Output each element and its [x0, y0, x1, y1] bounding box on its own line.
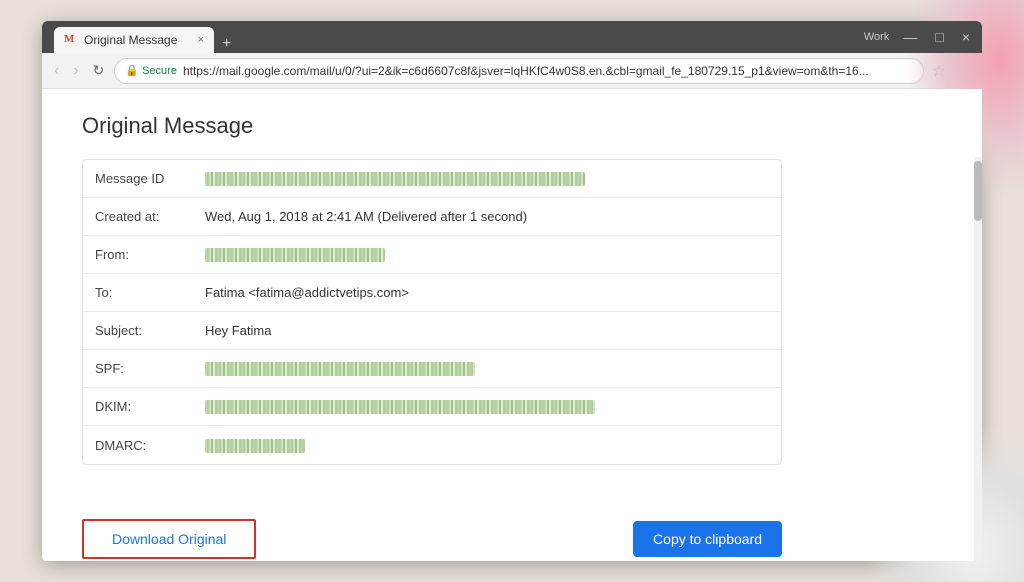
forward-button[interactable]: ›	[69, 60, 82, 82]
window-profile-label: Work	[864, 31, 889, 43]
page-content: Original Message Message ID Created at:We…	[42, 89, 982, 561]
field-value: Wed, Aug 1, 2018 at 2:41 AM (Delivered a…	[193, 201, 781, 232]
field-value	[193, 239, 781, 271]
field-label: To:	[83, 277, 193, 308]
field-value	[193, 429, 781, 461]
field-label: DMARC:	[83, 430, 193, 461]
field-value	[193, 163, 781, 195]
tab-area: M Original Message × +	[54, 21, 235, 53]
field-label: DKIM:	[83, 391, 193, 422]
url-bar[interactable]: 🔒 Secure https://mail.google.com/mail/u/…	[114, 58, 923, 84]
field-label: SPF:	[83, 353, 193, 384]
gmail-tab-icon: M	[64, 33, 78, 47]
secure-badge: 🔒 Secure	[125, 64, 177, 77]
download-original-button[interactable]: Download Original	[82, 519, 256, 559]
redacted-value	[205, 362, 475, 376]
browser-tab-original-message[interactable]: M Original Message ×	[54, 27, 214, 53]
redacted-value	[205, 172, 585, 186]
table-row: DKIM:	[83, 388, 781, 426]
page-title: Original Message	[82, 113, 802, 139]
table-row: Subject:Hey Fatima	[83, 312, 781, 350]
table-row: SPF:	[83, 350, 781, 388]
field-value: Fatima <fatima@addictvetips.com>	[193, 277, 781, 308]
title-bar: M Original Message × + Work — □ ×	[42, 21, 982, 53]
bookmark-icon[interactable]: ☆	[930, 59, 948, 83]
field-value: Hey Fatima	[193, 315, 781, 346]
copy-to-clipboard-button[interactable]: Copy to clipboard	[633, 521, 782, 557]
close-window-button[interactable]: ×	[958, 27, 974, 47]
table-row: DMARC:	[83, 426, 781, 464]
redacted-value	[205, 248, 385, 262]
title-bar-right: Work — □ ×	[864, 27, 974, 47]
table-row: From:	[83, 236, 781, 274]
scrollbar-thumb[interactable]	[974, 161, 982, 221]
refresh-button[interactable]: ↻	[89, 60, 109, 81]
field-value	[193, 391, 781, 423]
content-wrapper: Original Message Message ID Created at:We…	[42, 89, 842, 489]
url-text: https://mail.google.com/mail/u/0/?ui=2&i…	[183, 64, 913, 78]
browser-window: M Original Message × + Work — □ × ‹ › ↻ …	[42, 21, 982, 561]
redacted-value	[205, 400, 595, 414]
minimize-button[interactable]: —	[899, 27, 921, 47]
redacted-value	[205, 439, 305, 453]
tab-close-button[interactable]: ×	[198, 34, 204, 46]
field-label: Message ID	[83, 163, 193, 194]
field-label: From:	[83, 239, 193, 270]
secure-label: Secure	[142, 65, 177, 77]
scrollbar-track[interactable]	[974, 157, 982, 561]
field-value	[193, 353, 781, 385]
maximize-button[interactable]: □	[931, 27, 947, 47]
actions-area: Download Original Copy to clipboard	[42, 499, 822, 561]
field-label: Created at:	[83, 201, 193, 232]
table-row: Message ID	[83, 160, 781, 198]
tab-title: Original Message	[84, 33, 177, 47]
back-button[interactable]: ‹	[50, 60, 63, 82]
extensions-icon[interactable]: ⋮	[954, 59, 974, 83]
address-bar: ‹ › ↻ 🔒 Secure https://mail.google.com/m…	[42, 53, 982, 89]
table-row: Created at:Wed, Aug 1, 2018 at 2:41 AM (…	[83, 198, 781, 236]
new-tab-button[interactable]: +	[218, 35, 235, 53]
field-label: Subject:	[83, 315, 193, 346]
message-details-table: Message ID Created at:Wed, Aug 1, 2018 at…	[82, 159, 782, 465]
lock-icon: 🔒	[125, 64, 139, 77]
table-row: To:Fatima <fatima@addictvetips.com>	[83, 274, 781, 312]
